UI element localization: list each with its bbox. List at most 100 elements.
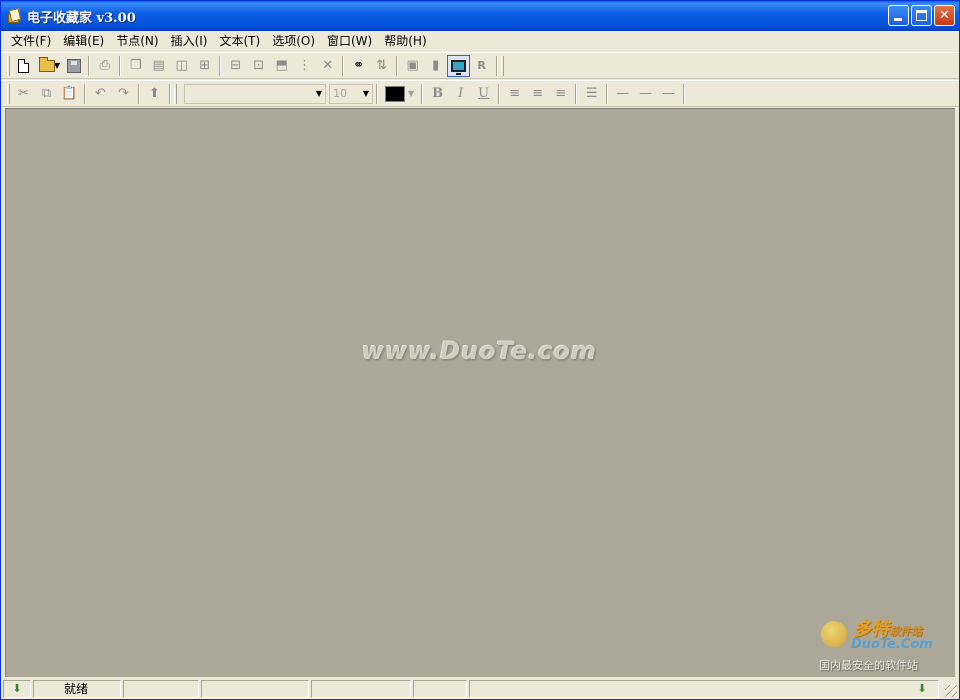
app-window: 电子收藏家 v3.00 ✕ 文件(F) 编辑(E) 节点(N) 插入(I) 文本… bbox=[0, 0, 960, 700]
save-disk-icon bbox=[66, 58, 81, 73]
print-icon: ⎙ bbox=[99, 58, 110, 73]
menu-file[interactable]: 文件(F) bbox=[5, 32, 57, 50]
move-up-button[interactable]: ⬆ bbox=[143, 83, 166, 105]
monitor-icon bbox=[451, 59, 467, 75]
toolbar-separator bbox=[683, 83, 686, 104]
menu-node[interactable]: 节点(N) bbox=[110, 32, 164, 50]
line-style-3-button[interactable]: — bbox=[657, 83, 680, 105]
sort-button[interactable]: ⇅ bbox=[370, 55, 393, 77]
status-right-panel[interactable]: ⬇ bbox=[469, 679, 939, 698]
node-up-button[interactable]: ⬒ bbox=[270, 55, 293, 77]
toolbar-grip[interactable] bbox=[7, 83, 10, 104]
toolbar-separator bbox=[169, 83, 171, 104]
open-button[interactable] bbox=[35, 55, 58, 77]
font-size-select[interactable]: 10 ▼ bbox=[329, 83, 373, 104]
split-vertical-button[interactable]: ◫ bbox=[170, 55, 193, 77]
paste-icon: 📋 bbox=[61, 86, 78, 101]
new-file-button[interactable] bbox=[12, 55, 35, 77]
toolbar-separator bbox=[575, 83, 578, 104]
node-move-button[interactable]: ⋮ bbox=[293, 55, 316, 77]
align-right-button[interactable]: ≡ bbox=[549, 83, 572, 105]
toolbar-separator bbox=[138, 83, 140, 104]
window-icon: ▣ bbox=[406, 58, 419, 73]
toolbar-grip[interactable] bbox=[174, 83, 177, 104]
redo-icon: ↷ bbox=[118, 86, 129, 101]
redo-button[interactable]: ↷ bbox=[112, 83, 135, 105]
status-panel bbox=[413, 679, 467, 698]
mdi-client-area[interactable]: www.DuoTe.com 多特软件站 DuoTe.Com 国内最安全的软件站 bbox=[5, 108, 955, 677]
font-name-select[interactable]: ▼ bbox=[184, 83, 326, 104]
maximize-button[interactable] bbox=[911, 5, 932, 26]
copy-button[interactable]: ⧉ bbox=[35, 83, 58, 105]
toolbar-grip[interactable] bbox=[7, 55, 10, 76]
align-left-button[interactable]: ≡ bbox=[503, 83, 526, 105]
resize-grip[interactable] bbox=[945, 685, 957, 697]
menu-insert[interactable]: 插入(I) bbox=[165, 32, 214, 50]
app-icon[interactable] bbox=[7, 8, 23, 24]
arrow-up-icon: ⬆ bbox=[149, 86, 160, 101]
tree-expand-button[interactable]: ⊡ bbox=[247, 55, 270, 77]
cut-icon: ✂ bbox=[18, 86, 29, 101]
delete-button[interactable]: ✕ bbox=[316, 55, 339, 77]
menu-text[interactable]: 文本(T) bbox=[213, 32, 266, 50]
corner-logo: 多特软件站 DuoTe.Com 国内最安全的软件站 bbox=[819, 615, 949, 675]
bullet-list-button[interactable]: ☰ bbox=[580, 83, 603, 105]
font-size-value: 10 bbox=[333, 87, 347, 100]
line-style-1-button[interactable]: — bbox=[611, 83, 634, 105]
node-layers-icon: ❐ bbox=[129, 58, 142, 73]
find-binoculars-icon: ⚭ bbox=[353, 58, 365, 73]
split-horizontal-button[interactable]: ▤ bbox=[147, 55, 170, 77]
arrow-down-icon: ⬇ bbox=[917, 682, 927, 695]
window-button[interactable]: ▣ bbox=[401, 55, 424, 77]
monitor-button[interactable] bbox=[447, 54, 471, 77]
toolbar-grip[interactable] bbox=[501, 55, 505, 76]
align-left-icon: ≡ bbox=[509, 86, 521, 101]
save-button[interactable] bbox=[62, 55, 85, 77]
new-file-icon bbox=[18, 58, 29, 73]
title-bar[interactable]: 电子收藏家 v3.00 ✕ bbox=[1, 1, 959, 31]
menu-edit[interactable]: 编辑(E) bbox=[57, 32, 110, 50]
grid-button[interactable]: ⊞ bbox=[193, 55, 216, 77]
chevron-down-icon: ▼ bbox=[315, 89, 322, 98]
menu-options[interactable]: 选项(O) bbox=[266, 32, 321, 50]
bold-button[interactable]: B bbox=[426, 83, 449, 105]
minimize-button[interactable] bbox=[888, 5, 909, 26]
book-button[interactable]: ▮ bbox=[424, 55, 447, 77]
line-style-2-button[interactable]: — bbox=[634, 83, 657, 105]
toolbar-separator bbox=[498, 83, 501, 104]
paste-button[interactable]: 📋 bbox=[58, 83, 81, 105]
find-button[interactable]: ⚭ bbox=[347, 55, 370, 77]
print-button[interactable]: ⎙ bbox=[93, 55, 116, 77]
book-icon: ▮ bbox=[432, 58, 440, 73]
text-color-dropdown-arrow[interactable]: ▼ bbox=[408, 89, 414, 98]
menu-help[interactable]: 帮助(H) bbox=[378, 32, 432, 50]
undo-icon: ↶ bbox=[95, 86, 106, 101]
underline-button[interactable]: U bbox=[472, 83, 495, 105]
toolbar-separator bbox=[119, 55, 122, 76]
menu-window[interactable]: 窗口(W) bbox=[321, 32, 378, 50]
sort-icon: ⇅ bbox=[376, 58, 388, 73]
toolbar-separator bbox=[496, 55, 499, 76]
text-color-swatch[interactable] bbox=[385, 85, 405, 102]
undo-button[interactable]: ↶ bbox=[89, 83, 112, 105]
open-folder-icon bbox=[38, 56, 55, 72]
r-button[interactable]: R bbox=[470, 55, 493, 77]
status-left-panel[interactable]: ⬇ bbox=[3, 679, 31, 698]
close-button[interactable]: ✕ bbox=[934, 5, 955, 26]
align-center-button[interactable]: ≡ bbox=[526, 83, 549, 105]
italic-icon: I bbox=[458, 86, 464, 101]
arrow-down-icon: ⬇ bbox=[12, 682, 22, 695]
window-controls: ✕ bbox=[888, 5, 955, 26]
italic-button[interactable]: I bbox=[449, 83, 472, 105]
brand-en: DuoTe.Com bbox=[851, 637, 933, 652]
status-panel bbox=[311, 679, 411, 698]
layers-button[interactable]: ❐ bbox=[124, 55, 147, 77]
toolbar-separator bbox=[342, 55, 345, 76]
main-toolbar: ▼ ⎙ ❐ ▤ ◫ ⊞ ⊟ ⊡ ⬒ ⋮ ✕ ⚭ ⇅ ▣ ▮ R bbox=[1, 52, 959, 79]
cut-button[interactable]: ✂ bbox=[12, 83, 35, 105]
toolbar-separator bbox=[606, 83, 609, 104]
minimize-icon bbox=[894, 18, 902, 21]
tree-collapse-button[interactable]: ⊟ bbox=[224, 55, 247, 77]
tree-expand-icon: ⊡ bbox=[253, 58, 265, 73]
split-vertical-icon: ◫ bbox=[175, 58, 188, 73]
